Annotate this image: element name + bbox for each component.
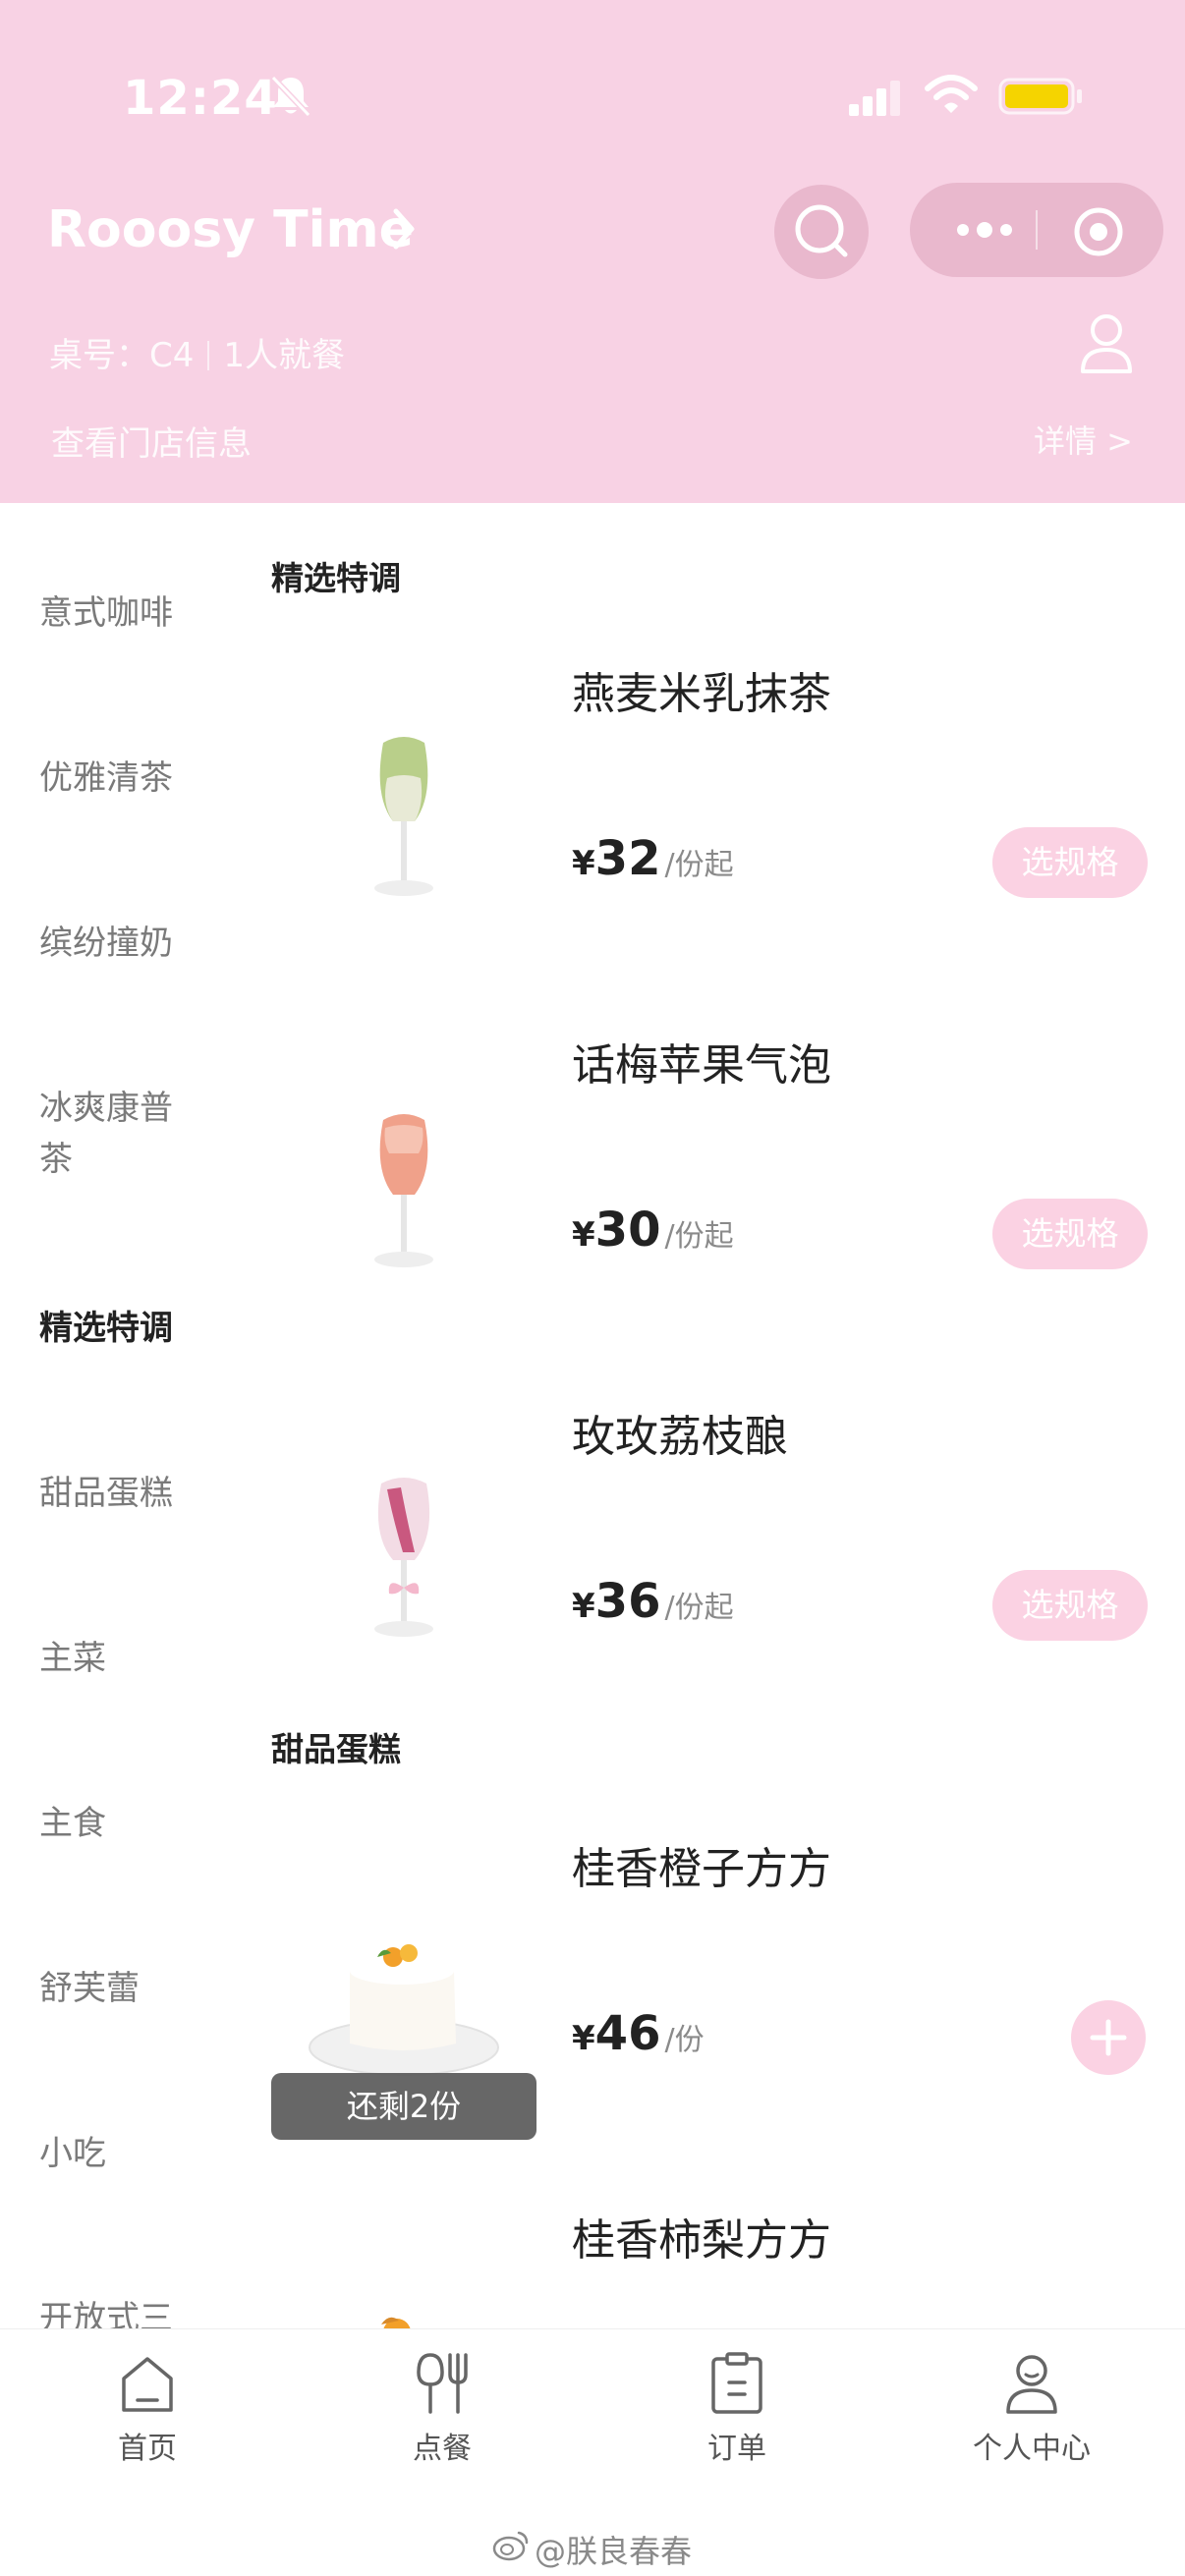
product-price: ¥36/份起 xyxy=(572,1574,734,1629)
add-to-cart-button[interactable] xyxy=(1071,2000,1146,2075)
capsule-divider xyxy=(1036,210,1038,250)
currency-symbol: ¥ xyxy=(572,2019,595,2058)
price-unit: /份起 xyxy=(664,1219,734,1254)
product-name: 燕麦米乳抹茶 xyxy=(572,669,831,719)
category-item[interactable]: 主食 xyxy=(39,1798,226,1849)
store-name[interactable]: Rooosy Time xyxy=(47,200,414,259)
diner-count: 1人就餐 xyxy=(223,336,346,375)
store-info-link[interactable]: 查看门店信息 xyxy=(51,417,252,465)
watermark-text: @朕良春春 xyxy=(535,2533,693,2570)
search-icon xyxy=(795,204,848,257)
product-name: 玫玫荔枝酿 xyxy=(572,1412,788,1462)
price-unit: /份起 xyxy=(664,848,734,882)
product-card[interactable]: 话梅苹果气泡 ¥30/份起 选规格 xyxy=(236,1030,1185,1401)
price-unit: /份 xyxy=(664,2023,705,2057)
category-item[interactable]: 开放式三 xyxy=(39,2293,226,2328)
tab-label: 首页 xyxy=(118,2432,177,2466)
product-name: 桂香橙子方方 xyxy=(572,1844,831,1894)
product-price: ¥30/份起 xyxy=(572,1203,734,1258)
currency-symbol: ¥ xyxy=(572,1215,595,1255)
utensils-icon xyxy=(417,2353,468,2414)
tab-orders[interactable]: 订单 xyxy=(639,2351,835,2467)
category-item[interactable]: 缤纷撞奶 xyxy=(39,918,226,969)
price-amount: 32 xyxy=(594,831,661,886)
matcha-drink-image xyxy=(374,737,433,896)
search-button[interactable] xyxy=(774,185,869,279)
select-spec-button[interactable]: 选规格 xyxy=(992,1199,1148,1269)
bell-muted-icon xyxy=(270,75,311,118)
category-item-active[interactable]: 精选特调 xyxy=(39,1303,226,1354)
category-item[interactable]: 优雅清茶 xyxy=(39,753,226,804)
category-item[interactable]: 小吃 xyxy=(39,2128,226,2179)
status-time: 12:24 xyxy=(123,71,278,126)
product-card[interactable]: 桂香柿梨方方 xyxy=(236,2205,1185,2328)
tab-profile[interactable]: 个人中心 xyxy=(933,2351,1130,2467)
category-item[interactable]: 舒芙蕾 xyxy=(39,1963,226,2014)
currency-symbol: ¥ xyxy=(572,844,595,883)
header: 12:24 Rooosy Time 桌号：C4 1人就餐 查看门店信息 详情 > xyxy=(0,0,1185,503)
select-spec-button[interactable]: 选规格 xyxy=(992,1570,1148,1641)
product-card[interactable]: 玫玫荔枝酿 ¥36/份起 选规格 xyxy=(236,1401,1185,1772)
detail-link[interactable]: 详情 > xyxy=(1034,417,1133,462)
clipboard-icon xyxy=(711,2352,762,2414)
chevron-right-icon[interactable] xyxy=(391,206,417,252)
stock-remaining-badge: 还剩2份 xyxy=(271,2073,536,2140)
lychee-drink-image xyxy=(374,1478,433,1637)
category-item[interactable]: 意式咖啡 xyxy=(39,588,226,639)
product-card[interactable]: 还剩2份 桂香橙子方方 ¥46/份 xyxy=(236,1833,1185,2205)
tab-label: 订单 xyxy=(707,2432,766,2466)
category-item[interactable]: 冰爽康普茶 xyxy=(39,1083,187,1185)
plum-apple-drink-image xyxy=(374,1114,433,1267)
select-spec-button[interactable]: 选规格 xyxy=(992,827,1148,898)
info-divider xyxy=(207,341,210,370)
tab-label: 个人中心 xyxy=(973,2432,1091,2466)
tab-label: 点餐 xyxy=(413,2432,472,2466)
home-icon xyxy=(122,2357,173,2412)
currency-symbol: ¥ xyxy=(572,1587,595,1626)
wifi-icon xyxy=(925,75,978,113)
user-icon xyxy=(1006,2355,1057,2414)
product-price: ¥46/份 xyxy=(572,2006,705,2061)
signal-icon xyxy=(849,81,900,116)
section-title: 甜品蛋糕 xyxy=(271,1730,401,1768)
table-info: 桌号：C4 1人就餐 xyxy=(49,328,345,376)
product-price: ¥32/份起 xyxy=(572,831,734,886)
persimmon-pear-cake-image xyxy=(381,2317,411,2328)
category-item[interactable]: 主菜 xyxy=(39,1633,226,1684)
tab-home[interactable]: 首页 xyxy=(49,2351,246,2467)
product-name: 话梅苹果气泡 xyxy=(572,1040,831,1091)
user-icon[interactable] xyxy=(1077,310,1136,375)
price-amount: 36 xyxy=(594,1574,661,1629)
product-card[interactable]: 燕麦米乳抹茶 ¥32/份起 选规格 xyxy=(236,658,1185,1030)
more-dots-icon[interactable] xyxy=(949,214,1020,246)
category-sidebar: 意式咖啡 优雅清茶 缤纷撞奶 冰爽康普茶 精选特调 甜品蛋糕 主菜 主食 舒芙蕾… xyxy=(0,503,236,2328)
table-number: 桌号：C4 xyxy=(49,336,195,375)
price-amount: 46 xyxy=(594,2006,661,2061)
price-amount: 30 xyxy=(594,1203,661,1258)
section-title: 精选特调 xyxy=(271,559,401,597)
miniprogram-capsule xyxy=(910,183,1163,277)
close-target-icon[interactable] xyxy=(1073,206,1124,257)
tab-order-food[interactable]: 点餐 xyxy=(344,2351,540,2467)
plus-icon xyxy=(1090,2019,1127,2056)
battery-icon xyxy=(998,78,1082,115)
product-name: 桂香柿梨方方 xyxy=(572,2215,831,2266)
price-unit: /份起 xyxy=(664,1591,734,1625)
category-item[interactable]: 甜品蛋糕 xyxy=(39,1468,226,1519)
weibo-icon xyxy=(492,2531,529,2561)
product-list: 精选特调 燕麦米乳抹茶 ¥32/份起 选规格 话梅苹果气泡 ¥30/份起 选规格 xyxy=(236,503,1185,2328)
